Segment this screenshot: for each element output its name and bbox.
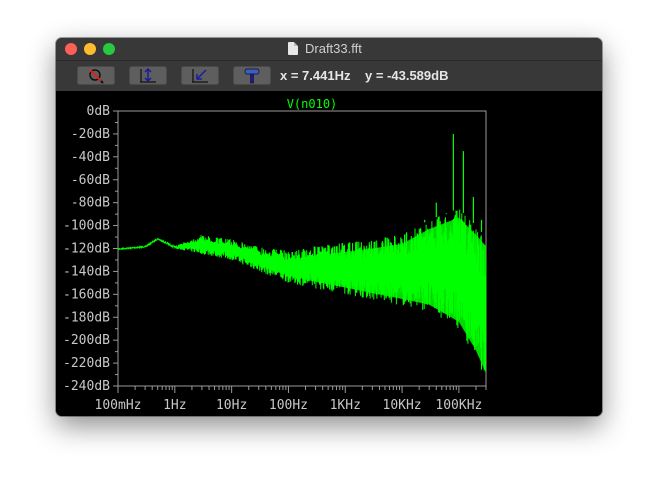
x-tick-label: 1KHz bbox=[330, 398, 361, 413]
zoom-area-button[interactable] bbox=[77, 66, 115, 85]
zoom-back-icon bbox=[192, 69, 208, 83]
plot-area[interactable]: 0dB -20dB -40dB -60dB -80dB -100dB -120dB -140d… bbox=[56, 91, 602, 416]
y-tick-label: -240dB bbox=[63, 379, 110, 394]
x-tick-label: 10KHz bbox=[383, 398, 422, 413]
y-tick-label: -40dB bbox=[71, 150, 110, 165]
x-tick-label: 10Hz bbox=[216, 398, 247, 413]
autorange-y-button[interactable] bbox=[129, 66, 167, 85]
window-title: Draft33.fft bbox=[305, 41, 362, 56]
hammer-icon bbox=[244, 68, 260, 84]
x-tick-label: 100Hz bbox=[269, 398, 308, 413]
y-tick-label: -60dB bbox=[71, 173, 110, 188]
fft-plot[interactable]: 0dB -20dB -40dB -60dB -80dB -100dB -120dB -140d… bbox=[56, 91, 602, 416]
vertical-range-icon bbox=[140, 67, 156, 83]
document-icon bbox=[288, 42, 298, 55]
title-bar[interactable]: Draft33.fft bbox=[56, 38, 602, 61]
y-tick-label: -20dB bbox=[71, 127, 110, 142]
x-tick-label: 1Hz bbox=[163, 398, 186, 413]
x-tick-label: 100mHz bbox=[95, 398, 142, 413]
pan-button[interactable] bbox=[233, 66, 271, 85]
y-tick-label: -180dB bbox=[63, 310, 110, 325]
y-tick-label: -140dB bbox=[63, 264, 110, 279]
zoom-window-button[interactable] bbox=[103, 43, 115, 55]
trace-label[interactable]: V(n010) bbox=[287, 97, 338, 111]
zoom-back-button[interactable] bbox=[181, 66, 219, 85]
y-tick-label: -200dB bbox=[63, 333, 110, 348]
y-tick-label: -100dB bbox=[63, 219, 110, 234]
y-tick-label: 0dB bbox=[87, 104, 111, 119]
y-axis: 0dB -20dB -40dB -60dB -80dB -100dB -120dB -140d… bbox=[63, 104, 118, 394]
y-tick-label: -220dB bbox=[63, 356, 110, 371]
trace-v-n010 bbox=[117, 133, 487, 374]
x-axis: 100mHz 1Hz 10Hz 100Hz 1KHz 10KHz 100KHz bbox=[95, 386, 487, 413]
close-button[interactable] bbox=[65, 43, 77, 55]
toolbar: x = 7.441Hz y = -43.589dB bbox=[56, 61, 602, 91]
magnifier-cancel-icon bbox=[89, 69, 104, 84]
fft-window: Draft33.fft x = 7.441Hz y = -43.589dB 0d… bbox=[56, 38, 602, 416]
x-tick-label: 100KHz bbox=[435, 398, 482, 413]
y-readout: y = -43.589dB bbox=[365, 68, 449, 83]
minimize-button[interactable] bbox=[84, 43, 96, 55]
y-tick-label: -120dB bbox=[63, 242, 110, 257]
x-readout: x = 7.441Hz bbox=[280, 68, 351, 83]
y-tick-label: -160dB bbox=[63, 287, 110, 302]
y-tick-label: -80dB bbox=[71, 196, 110, 211]
